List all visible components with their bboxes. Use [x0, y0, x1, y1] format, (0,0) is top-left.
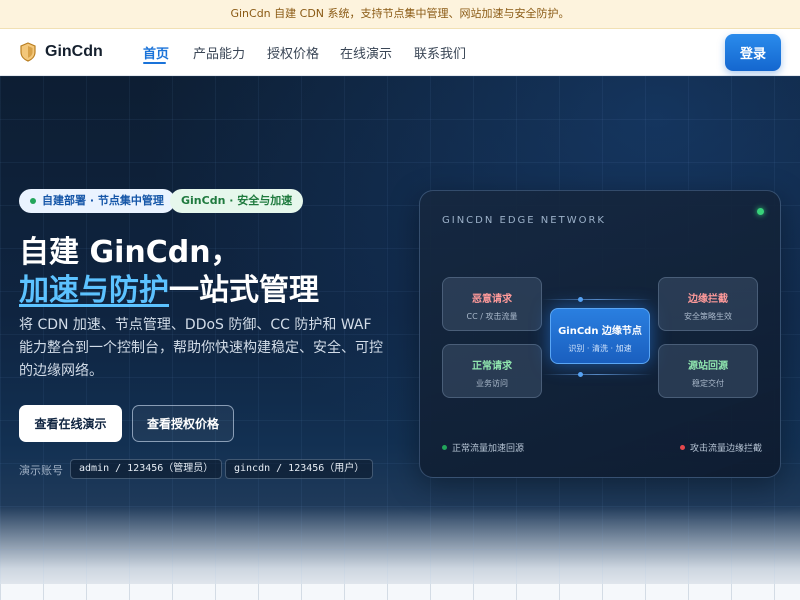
status-dot-icon	[30, 198, 36, 204]
node-title: 恶意请求	[472, 294, 512, 305]
node-title: 正常请求	[472, 361, 512, 372]
login-button[interactable]: 登录	[725, 34, 781, 71]
badge-self-hosted: 自建部署 · 节点集中管理	[19, 189, 175, 213]
demo-account-user[interactable]: gincdn / 123456（用户）	[225, 459, 374, 479]
demo-account-label: 演示账号	[19, 464, 63, 477]
section-divider-grid	[0, 584, 800, 600]
brand-name: GinCdn	[45, 43, 103, 60]
node-subtitle: 业务访问	[476, 379, 508, 388]
announcement-bar: GinCdn 自建 CDN 系统，支持节点集中管理、网站加速与安全防护。	[0, 0, 800, 29]
node-title: 源站回源	[688, 361, 728, 372]
hero-title-rest: 一站式管理	[169, 273, 319, 308]
view-demo-button[interactable]: 查看在线演示	[19, 405, 122, 442]
panel-title: GINCDN EDGE NETWORK	[442, 215, 606, 226]
node-subtitle: 识别 · 清洗 · 加速	[568, 344, 632, 353]
node-subtitle: CC / 攻击流量	[466, 312, 518, 321]
hero-section: 自建部署 · 节点集中管理 GinCdn · 安全与加速 自建 GinCdn， …	[0, 76, 800, 600]
link-line	[542, 299, 652, 300]
brand-logo[interactable]: GinCdn	[19, 42, 103, 62]
link-dot	[578, 297, 583, 302]
legend-dot-icon	[442, 445, 447, 450]
node-subtitle: 安全策略生效	[684, 312, 732, 321]
edge-network-panel: GINCDN EDGE NETWORK 恶意请求 CC / 攻击流量 正常请求 …	[419, 190, 781, 478]
nav-active-indicator	[143, 62, 166, 64]
legend-label: 攻击流量边缘拦截	[690, 444, 763, 454]
link-dot	[578, 372, 583, 377]
legend-attack: 攻击流量边缘拦截	[680, 441, 762, 454]
badge-label: GinCdn · 安全与加速	[181, 194, 293, 207]
demo-account-admin[interactable]: admin / 123456（管理员）	[70, 459, 223, 479]
shield-icon	[19, 42, 37, 62]
top-nav: GinCdn 首页 产品能力 授权价格 在线演示 联系我们	[0, 29, 800, 76]
nav-home[interactable]: 首页	[143, 43, 169, 62]
view-pricing-button[interactable]: 查看授权价格	[132, 405, 234, 442]
node-edge-block: 边缘拦截 安全策略生效	[658, 277, 758, 331]
node-edge-core: GinCdn 边缘节点 识别 · 清洗 · 加速	[550, 308, 650, 364]
nav-demo[interactable]: 在线演示	[340, 43, 392, 62]
link-line	[542, 374, 652, 375]
hero-description: 将 CDN 加速、节点管理、DDoS 防御、CC 防护和 WAF 能力整合到一个…	[19, 317, 383, 379]
badge-label: 自建部署 · 节点集中管理	[42, 194, 164, 207]
node-normal-request: 正常请求 业务访问	[442, 344, 542, 398]
online-status-dot	[757, 208, 764, 215]
nav-contact[interactable]: 联系我们	[414, 43, 466, 62]
node-title: GinCdn 边缘节点	[558, 326, 642, 337]
badge-security: GinCdn · 安全与加速	[170, 189, 304, 213]
node-title: 边缘拦截	[688, 294, 728, 305]
nav-features[interactable]: 产品能力	[193, 43, 245, 62]
node-subtitle: 稳定交付	[692, 379, 724, 388]
legend-label: 正常流量加速回源	[452, 444, 525, 454]
node-malicious-request: 恶意请求 CC / 攻击流量	[442, 277, 542, 331]
legend-dot-icon	[680, 445, 685, 450]
hero-title-line2: 加速与防护一站式管理	[19, 265, 319, 309]
nav-pricing[interactable]: 授权价格	[267, 43, 319, 62]
node-origin: 源站回源 稳定交付	[658, 344, 758, 398]
hero-title-highlight: 加速与防护	[19, 273, 169, 308]
legend-normal: 正常流量加速回源	[442, 441, 524, 454]
